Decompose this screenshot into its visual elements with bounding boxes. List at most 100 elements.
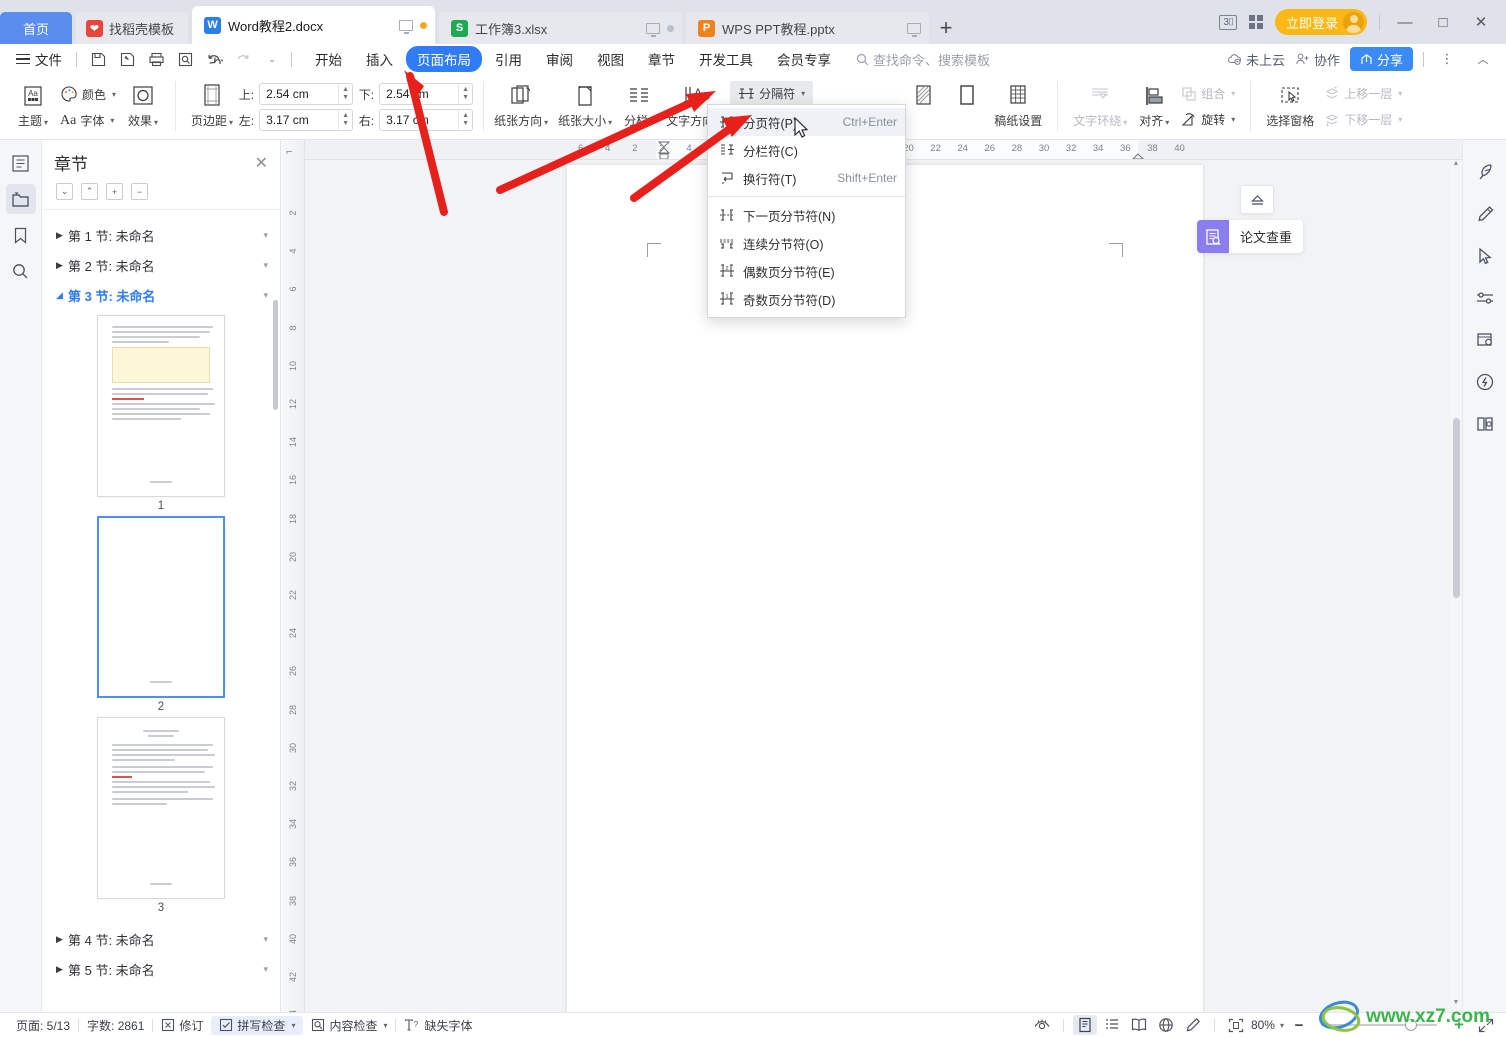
quick-action-icon[interactable] <box>1471 368 1499 396</box>
chapter-icon[interactable] <box>5 184 36 214</box>
margin-left-input[interactable] <box>260 110 339 130</box>
print-preview-icon[interactable] <box>172 47 198 71</box>
fullscreen-icon[interactable] <box>1474 1015 1498 1035</box>
reading-view-icon[interactable] <box>1127 1015 1151 1035</box>
tab-ppt-document[interactable]: P WPS PPT教程.pptx <box>686 12 930 44</box>
file-menu-button[interactable]: 文件 <box>10 49 68 69</box>
page-margin-button[interactable]: 页边距 ▾ <box>186 78 238 132</box>
indent-marker-left[interactable] <box>657 140 671 160</box>
text-wrap-button[interactable]: 文字环绕 ▾ <box>1068 78 1132 132</box>
menu-item-page-break[interactable]: 分页符(P) Ctrl+Enter <box>708 108 905 136</box>
cast-icon[interactable] <box>646 22 661 37</box>
tab-dev-tools[interactable]: 开发工具 <box>688 46 764 72</box>
tab-chapter[interactable]: 章节 <box>637 46 686 72</box>
vertical-ruler[interactable]: ⌐ 2 4 6 8 10 12 14 16 18 20 22 24 26 28 30 32 34 36 38 40 42… <box>281 140 305 1012</box>
section-row-5[interactable]: ▶ 第 5 节: 未命名 ▾ <box>42 954 280 984</box>
eye-protection-icon[interactable] <box>1030 1015 1054 1035</box>
missing-font-button[interactable]: ? 缺失字体 <box>396 1016 480 1035</box>
align-button[interactable]: 对齐 ▾ <box>1132 78 1176 132</box>
undo-icon[interactable] <box>201 47 227 71</box>
menu-item-column-break[interactable]: 分栏符(C) <box>708 136 905 164</box>
zoom-dropdown-icon[interactable]: ▾ <box>1280 1021 1284 1030</box>
theme-button[interactable]: Aa 主题 ▾ <box>11 78 55 132</box>
menu-item-continuous-section-break[interactable]: 连续分节符(O) <box>708 229 905 257</box>
cloud-status[interactable]: 未上云 <box>1227 50 1285 69</box>
margin-top-input[interactable] <box>260 84 339 104</box>
margin-bottom-input[interactable] <box>380 84 459 104</box>
screenshot-icon[interactable] <box>1471 326 1499 354</box>
redo-icon[interactable] <box>230 47 256 71</box>
settings-sliders-icon[interactable] <box>1471 284 1499 312</box>
minimize-button[interactable]: — <box>1392 14 1418 31</box>
feather-pen-icon[interactable] <box>1471 158 1499 186</box>
cursor-select-icon[interactable] <box>1471 242 1499 270</box>
highlighter-icon[interactable] <box>1471 200 1499 228</box>
margin-right-input[interactable] <box>380 110 459 130</box>
margin-top-stepper[interactable]: ▲▼ <box>259 83 354 105</box>
screen-cast-3d-icon[interactable]: 3⌷ <box>1219 14 1237 30</box>
tab-insert[interactable]: 插入 <box>355 46 404 72</box>
save-icon[interactable] <box>85 47 111 71</box>
section-menu-icon[interactable]: ▾ <box>263 934 268 945</box>
close-button[interactable]: ✕ <box>1468 13 1494 31</box>
bookmark-icon[interactable] <box>6 220 36 250</box>
new-tab-button[interactable]: + <box>929 12 963 44</box>
indent-marker-right[interactable] <box>1131 148 1145 160</box>
zoom-level[interactable]: 80% <box>1251 1018 1275 1032</box>
section-menu-icon[interactable]: ▾ <box>263 964 268 975</box>
search-command-input[interactable]: 查找命令、搜索模板 <box>856 50 990 69</box>
page-info[interactable]: 页面: 5/13 <box>8 1016 78 1035</box>
page-border-button[interactable] <box>945 78 989 115</box>
paper-orientation-button[interactable]: 纸张方向 ▾ <box>489 78 553 132</box>
section-row-4[interactable]: ▶ 第 4 节: 未命名 ▾ <box>42 924 280 954</box>
page-thumbnail-1[interactable] <box>97 315 225 497</box>
spell-check-button[interactable]: 拼写检查 ▾ <box>211 1015 304 1035</box>
tab-excel-document[interactable]: S 工作簿3.xlsx <box>439 12 683 44</box>
tab-member-exclusive[interactable]: 会员专享 <box>766 46 842 72</box>
section-row-2[interactable]: ▶ 第 2 节: 未命名 ▾ <box>42 250 280 280</box>
section-menu-icon[interactable]: ▾ <box>263 230 268 241</box>
share-button[interactable]: 分享 <box>1349 47 1413 71</box>
margin-bottom-stepper[interactable]: ▲▼ <box>379 83 474 105</box>
margin-right-stepper[interactable]: ▲▼ <box>379 109 474 131</box>
outline-icon[interactable] <box>6 148 36 178</box>
web-view-icon[interactable] <box>1154 1015 1178 1035</box>
tab-start[interactable]: 开始 <box>304 46 353 72</box>
save-as-cloud-icon[interactable] <box>114 47 140 71</box>
collapse-down-button[interactable]: ⌄ <box>56 183 73 200</box>
tab-view[interactable]: 视图 <box>586 46 635 72</box>
add-section-button[interactable]: + <box>106 183 123 200</box>
zoom-slider[interactable] <box>1321 1019 1437 1031</box>
print-icon[interactable] <box>143 47 169 71</box>
collapse-right-panel-button[interactable] <box>1240 185 1274 214</box>
content-check-button[interactable]: 内容检查 ▾ <box>303 1016 395 1035</box>
zoom-slider-knob[interactable] <box>1405 1019 1417 1031</box>
separator-button[interactable]: 分隔符 ▾ <box>730 81 814 105</box>
cast-icon[interactable] <box>399 19 414 34</box>
stepper-arrows[interactable]: ▲ ▼ <box>458 110 472 130</box>
page-thumbnail-2[interactable] <box>97 516 225 698</box>
outline-view-icon[interactable] <box>1100 1015 1124 1035</box>
chapter-panel-scrollbar[interactable] <box>273 300 278 410</box>
more-options-button[interactable]: ⋮ <box>1434 51 1460 67</box>
select-pane-button[interactable]: 选择窗格 <box>1261 78 1319 132</box>
zoom-out-button[interactable]: − <box>1287 1015 1311 1035</box>
paper-size-button[interactable]: 纸张大小 ▾ <box>553 78 617 132</box>
word-count[interactable]: 字数: 2861 <box>79 1016 152 1035</box>
collaborate-button[interactable]: 协作 <box>1295 50 1340 69</box>
menu-item-odd-page-section-break[interactable]: 1 奇数页分节符(D) <box>708 285 905 313</box>
rotate-button[interactable]: 旋转 ▾ <box>1176 108 1240 131</box>
tab-page-layout[interactable]: 页面布局 <box>406 46 482 72</box>
zoom-in-button[interactable]: + <box>1447 1015 1471 1035</box>
page-view-icon[interactable] <box>1072 1015 1097 1035</box>
menu-item-even-page-section-break[interactable]: 2 偶数页分节符(E) <box>708 257 905 285</box>
font-button[interactable]: Aa 字体 ▾ <box>55 109 121 132</box>
stepper-arrows[interactable]: ▲ ▼ <box>338 84 352 104</box>
collapse-ribbon-button[interactable]: ︿ <box>1470 51 1496 67</box>
thesis-check-button[interactable]: 论文查重 <box>1196 220 1303 253</box>
menu-item-line-break[interactable]: 换行符(T) Shift+Enter <box>708 164 905 192</box>
watermark-button[interactable] <box>901 78 945 115</box>
revision-button[interactable]: 修订 <box>153 1016 211 1035</box>
section-menu-icon[interactable]: ▾ <box>263 260 268 271</box>
customize-qat-icon[interactable]: ⌄ <box>259 47 285 71</box>
